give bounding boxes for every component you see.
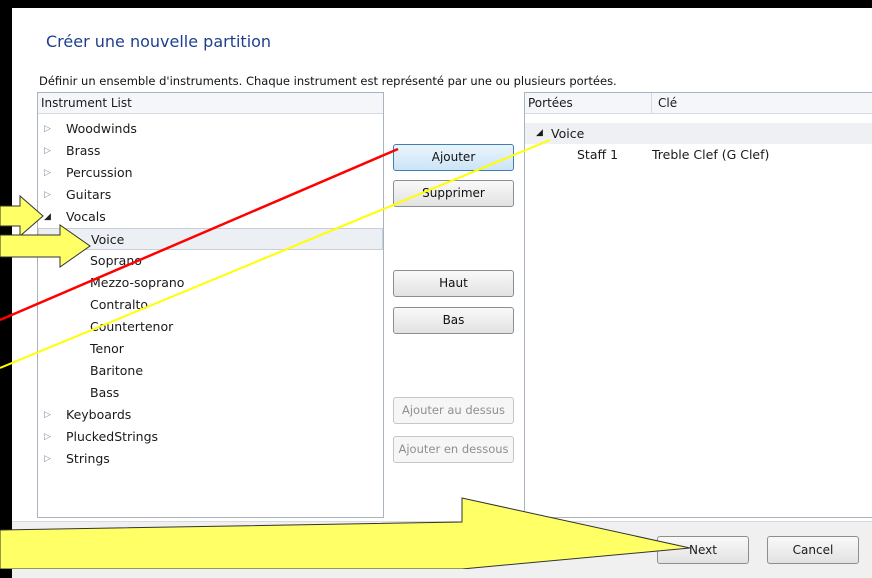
instrument-label: Voice — [91, 232, 125, 247]
instrument-list-header[interactable]: Instrument List — [38, 93, 383, 114]
staff-row[interactable]: Staff 1 Treble Clef (G Clef) — [525, 144, 872, 165]
instrument-category[interactable]: ▷ Woodwinds — [38, 118, 383, 140]
instrument-item[interactable]: Bass — [38, 382, 383, 404]
collapsed-triangle-icon[interactable]: ▷ — [44, 184, 51, 206]
add-button[interactable]: Ajouter — [393, 144, 514, 171]
cancel-button[interactable]: Cancel — [767, 536, 859, 564]
staves-panel[interactable]: Portées Clé ◢ Voice Staff 1 Treble Clef … — [524, 92, 872, 518]
move-down-button[interactable]: Bas — [393, 307, 514, 334]
instrument-item[interactable]: Contralto — [38, 294, 383, 316]
move-up-button[interactable]: Haut — [393, 270, 514, 297]
instrument-label: Bass — [90, 385, 120, 400]
instrument-label: Contralto — [90, 297, 149, 312]
instrument-category[interactable]: ▷ Strings — [38, 448, 383, 470]
instrument-label: Guitars — [66, 187, 112, 202]
clef-column-header[interactable]: Clé — [652, 93, 872, 114]
instrument-category[interactable]: ▷ Percussion — [38, 162, 383, 184]
instrument-category[interactable]: ▷ Brass — [38, 140, 383, 162]
collapsed-triangle-icon[interactable]: ▷ — [44, 162, 51, 184]
instrument-label: PluckedStrings — [66, 429, 159, 444]
instrument-category[interactable]: ◢ Vocals — [38, 206, 383, 228]
add-above-button[interactable]: Ajouter au dessus — [393, 397, 514, 424]
remove-button[interactable]: Supprimer — [393, 180, 514, 207]
instrument-label: Mezzo-soprano — [90, 275, 185, 290]
collapsed-triangle-icon[interactable]: ▷ — [44, 140, 51, 162]
instrument-item[interactable]: Countertenor — [38, 316, 383, 338]
instrument-item[interactable]: Voice — [38, 228, 383, 250]
instrument-list-panel[interactable]: Instrument List ▷ Woodwinds ▷ Brass ▷ Percuss… — [37, 92, 384, 518]
instrument-label: Strings — [66, 451, 110, 466]
next-button[interactable]: Next — [657, 536, 749, 564]
instrument-category[interactable]: ▷ Keyboards — [38, 404, 383, 426]
instrument-item[interactable]: Soprano — [38, 250, 383, 272]
instrument-label: Vocals — [66, 209, 106, 224]
collapsed-triangle-icon[interactable]: ▷ — [44, 404, 51, 426]
instrument-item[interactable]: Mezzo-soprano — [38, 272, 383, 294]
expanded-triangle-icon[interactable]: ◢ — [44, 206, 51, 228]
expanded-triangle-icon: ◢ — [536, 128, 543, 138]
staves-group-label: Voice — [551, 126, 585, 141]
staves-column-header[interactable]: Portées — [525, 93, 652, 114]
create-score-dialog: Créer une nouvelle partition Définir un … — [12, 8, 872, 578]
instrument-label: Woodwinds — [66, 121, 137, 136]
collapsed-triangle-icon[interactable]: ▷ — [44, 448, 51, 470]
collapsed-triangle-icon[interactable]: ▷ — [44, 426, 51, 448]
dialog-subtitle: Définir un ensemble d'instruments. Chaqu… — [39, 74, 617, 88]
staff-clef: Treble Clef (G Clef) — [652, 147, 770, 162]
instrument-item[interactable]: Baritone — [38, 360, 383, 382]
instrument-label: Countertenor — [90, 319, 174, 334]
instrument-label: Percussion — [66, 165, 133, 180]
staves-group-row[interactable]: ◢ Voice — [525, 123, 872, 144]
instrument-label: Keyboards — [66, 407, 132, 422]
instrument-item[interactable]: Tenor — [38, 338, 383, 360]
add-below-button[interactable]: Ajouter en dessous — [393, 436, 514, 463]
instrument-label: Tenor — [90, 341, 124, 356]
instrument-category[interactable]: ▷ Guitars — [38, 184, 383, 206]
collapsed-triangle-icon[interactable]: ▷ — [44, 118, 51, 140]
staff-name: Staff 1 — [577, 147, 619, 162]
instrument-label: Brass — [66, 143, 101, 158]
dialog-title: Créer une nouvelle partition — [46, 32, 272, 51]
instrument-label: Baritone — [90, 363, 144, 378]
instrument-label: Soprano — [90, 253, 142, 268]
instrument-category[interactable]: ▷ PluckedStrings — [38, 426, 383, 448]
